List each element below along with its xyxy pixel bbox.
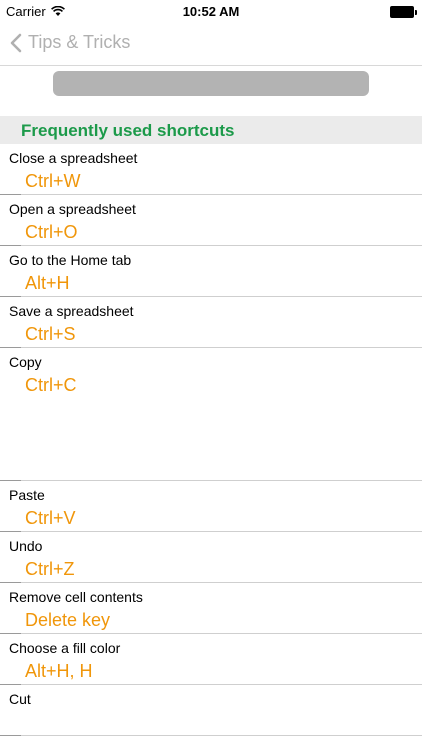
shortcut-keys: Ctrl+C <box>25 375 77 395</box>
shortcut-action: Undo <box>9 538 43 554</box>
navigation-bar: Tips & Tricks <box>0 24 422 66</box>
shortcut-action: Choose a fill color <box>9 640 121 656</box>
back-button[interactable]: Tips & Tricks <box>10 32 130 53</box>
clock: 10:52 AM <box>182 4 240 19</box>
shortcut-action: Copy <box>9 354 42 370</box>
shortcut-action: Close a spreadsheet <box>9 150 138 166</box>
shortcut-action: Save a spreadsheet <box>9 303 134 319</box>
status-bar: Carrier 10:52 AM <box>0 0 422 24</box>
placeholder-bar <box>53 71 369 96</box>
shortcut-list: Close a spreadsheet Ctrl+W Open a spread… <box>0 144 422 736</box>
shortcut-keys: Ctrl+S <box>25 324 76 344</box>
chevron-left-icon <box>10 33 22 52</box>
shortcut-row[interactable]: Copy Ctrl+C <box>0 348 422 481</box>
section-title: Frequently used shortcuts <box>21 121 235 140</box>
shortcut-row[interactable]: Paste Ctrl+V <box>0 481 422 532</box>
shortcut-keys: Delete key <box>25 610 111 630</box>
shortcut-row[interactable]: Close a spreadsheet Ctrl+W <box>0 144 422 195</box>
shortcut-keys: Alt+H <box>25 273 70 293</box>
shortcut-action: Remove cell contents <box>9 589 143 605</box>
shortcut-row[interactable]: Remove cell contents Delete key <box>0 583 422 634</box>
shortcut-row[interactable]: Go to the Home tab Alt+H <box>0 246 422 297</box>
shortcut-row[interactable]: Choose a fill color Alt+H, H <box>0 634 422 685</box>
shortcut-keys: Ctrl+V <box>25 508 76 528</box>
shortcut-row[interactable]: Undo Ctrl+Z <box>0 532 422 583</box>
shortcut-keys: Ctrl+Z <box>25 559 75 579</box>
shortcut-keys: Ctrl+W <box>25 171 81 191</box>
shortcut-action: Cut <box>9 691 31 707</box>
shortcut-action: Paste <box>9 487 45 503</box>
shortcut-action: Open a spreadsheet <box>9 201 136 217</box>
shortcut-row[interactable]: Cut <box>0 685 422 736</box>
shortcut-keys: Alt+H, H <box>25 661 93 681</box>
battery-icon <box>390 6 417 18</box>
shortcut-row[interactable]: Open a spreadsheet Ctrl+O <box>0 195 422 246</box>
shortcut-row[interactable]: Save a spreadsheet Ctrl+S <box>0 297 422 348</box>
shortcut-keys: Ctrl+O <box>25 222 78 242</box>
shortcut-action: Go to the Home tab <box>9 252 132 268</box>
section-header: Frequently used shortcuts <box>0 116 422 144</box>
back-button-label: Tips & Tricks <box>28 32 131 52</box>
